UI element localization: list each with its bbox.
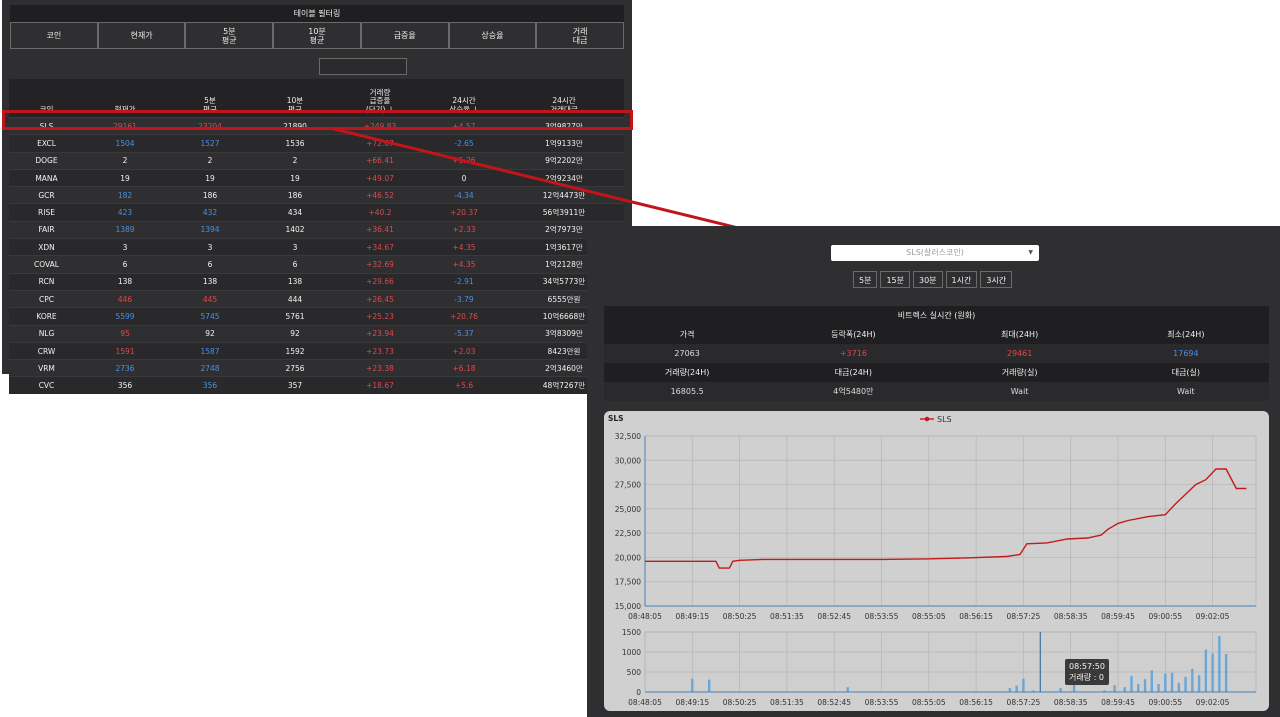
chevron-down-icon: ▼: [1028, 249, 1033, 256]
info-grid: 가격 등락폭(24H) 최대(24H) 최소(24H) 27063 +3716 …: [604, 325, 1269, 401]
info-value-change: +3716: [770, 344, 937, 363]
y-tick-label: 25,000: [615, 505, 641, 514]
x-tick-label: 08:56:15: [959, 612, 993, 621]
volume-y-tick-label: 500: [627, 668, 642, 677]
x-tick-label: 09:00:55: [1148, 612, 1182, 621]
info-value-price: 27063: [604, 344, 771, 363]
y-tick-label: 22,500: [615, 529, 641, 538]
volume-bar: [1197, 675, 1201, 692]
volume-bar: [1164, 673, 1167, 692]
info-value-live-volume: Wait: [936, 382, 1103, 401]
legend-marker: [924, 416, 930, 422]
x-tick-label: 08:52:45: [817, 612, 851, 621]
info-header-live-amount: 대금(실): [1102, 363, 1269, 382]
info-header-price: 가격: [604, 325, 771, 344]
interval-button-5min[interactable]: 5분: [853, 271, 878, 288]
volume-x-tick-label: 08:53:55: [865, 698, 899, 707]
volume-x-tick-label: 09:02:05: [1196, 698, 1230, 707]
volume-x-tick-label: 08:57:25: [1007, 698, 1041, 707]
volume-bar: [1157, 684, 1160, 692]
x-tick-label: 08:53:55: [865, 612, 899, 621]
volume-bar: [1184, 676, 1187, 692]
info-value-amount: 4억5480만: [770, 382, 937, 401]
volume-bar: [1170, 672, 1174, 692]
volume-bar: [1015, 685, 1018, 692]
price-chart: 15,000 17,500 20,000 22,500 25,000 27,500 30,0…: [604, 411, 1269, 711]
volume-bar: [1123, 687, 1126, 692]
interval-button-3hour[interactable]: 3시간: [980, 271, 1013, 288]
info-header-max: 최대(24H): [936, 325, 1103, 344]
x-tick-label: 08:50:25: [723, 612, 757, 621]
coin-select-value: SLS(살러스코인): [906, 248, 964, 257]
volume-bar: [1130, 676, 1133, 692]
volume-bar: [1204, 649, 1208, 692]
volume-bar: [1150, 670, 1153, 692]
volume-bar: [1211, 653, 1214, 692]
volume-bar: [1177, 682, 1181, 692]
plot-area: [644, 435, 1257, 607]
info-value-min: 17694: [1102, 344, 1269, 363]
chart-tooltip: 08:57:50 거래량 : 0: [1065, 659, 1109, 685]
coin-select-dropdown[interactable]: SLS(살러스코인) ▼: [831, 245, 1039, 261]
volume-bar: [1218, 636, 1221, 692]
legend-label: SLS: [937, 415, 952, 424]
interval-button-15min[interactable]: 15분: [880, 271, 910, 288]
volume-bar: [707, 679, 711, 692]
volume-x-tick-label: 08:52:45: [817, 698, 851, 707]
y-tick-label: 27,500: [615, 481, 641, 490]
y-tick-label: 30,000: [615, 456, 641, 465]
info-value-volume: 16805.5: [604, 382, 771, 401]
volume-bar: [1137, 684, 1140, 692]
volume-x-tick-label: 08:51:35: [770, 698, 804, 707]
interval-button-30min[interactable]: 30분: [913, 271, 943, 288]
volume-bar: [1143, 679, 1147, 692]
info-header-change: 등락폭(24H): [770, 325, 937, 344]
volume-x-tick-label: 08:59:45: [1101, 698, 1135, 707]
volume-bar: [691, 678, 694, 692]
volume-x-tick-label: 09:00:55: [1148, 698, 1182, 707]
info-header-volume: 거래량(24H): [604, 363, 771, 382]
y-tick-label: 17,500: [615, 578, 641, 587]
info-header-min: 최소(24H): [1102, 325, 1269, 344]
chart-title: SLS: [608, 414, 624, 423]
volume-x-tick-label: 08:48:05: [628, 698, 662, 707]
x-tick-label: 08:49:15: [675, 612, 709, 621]
x-tick-label: 09:02:05: [1196, 612, 1230, 621]
info-value-max: 29461: [936, 344, 1103, 363]
volume-bar: [1022, 678, 1025, 692]
x-tick-label: 08:55:05: [912, 612, 946, 621]
interval-button-1hour[interactable]: 1시간: [945, 271, 978, 288]
volume-x-tick-label: 08:50:25: [723, 698, 757, 707]
x-tick-label: 08:51:35: [770, 612, 804, 621]
volume-x-tick-label: 08:58:35: [1054, 698, 1088, 707]
y-tick-label: 15,000: [615, 602, 641, 611]
info-header-amount: 대금(24H): [770, 363, 937, 382]
price-volume-chart-svg[interactable]: 15,000 17,500 20,000 22,500 25,000 27,500 30,0…: [604, 411, 1269, 711]
x-tick-label: 08:58:35: [1054, 612, 1088, 621]
volume-bar: [1113, 685, 1116, 692]
interval-button-row: 5분 15분 30분 1시간 3시간: [853, 271, 1013, 288]
volume-x-tick-label: 08:55:05: [912, 698, 946, 707]
info-value-live-amount: Wait: [1102, 382, 1269, 401]
volume-x-tick-label: 08:56:15: [959, 698, 993, 707]
volume-y-tick-label: 0: [636, 688, 641, 697]
volume-bar: [1059, 688, 1062, 692]
y-tick-label: 20,000: [615, 553, 641, 562]
x-tick-label: 08:59:45: [1101, 612, 1135, 621]
volume-y-tick-label: 1000: [622, 648, 641, 657]
info-title: 비트렉스 실시간 (원화): [604, 306, 1269, 325]
volume-y-tick-label: 1500: [622, 628, 641, 637]
coin-detail-panel: SLS(살러스코인) ▼ 5분 15분 30분 1시간 3시간 비트렉스 실시간…: [587, 226, 1280, 717]
volume-bar: [1008, 688, 1012, 692]
volume-bar: [1072, 684, 1076, 692]
volume-bar: [846, 687, 849, 692]
realtime-info-table: 비트렉스 실시간 (원화) 가격 등락폭(24H) 최대(24H) 최소(24H…: [604, 306, 1269, 401]
volume-x-tick-label: 08:49:15: [675, 698, 709, 707]
volume-bar: [1224, 654, 1228, 692]
info-header-live-volume: 거래량(실): [936, 363, 1103, 382]
y-tick-label: 32,500: [615, 432, 641, 441]
x-tick-label: 08:48:05: [628, 612, 662, 621]
volume-bar: [1191, 668, 1194, 692]
x-tick-label: 08:57:25: [1007, 612, 1041, 621]
